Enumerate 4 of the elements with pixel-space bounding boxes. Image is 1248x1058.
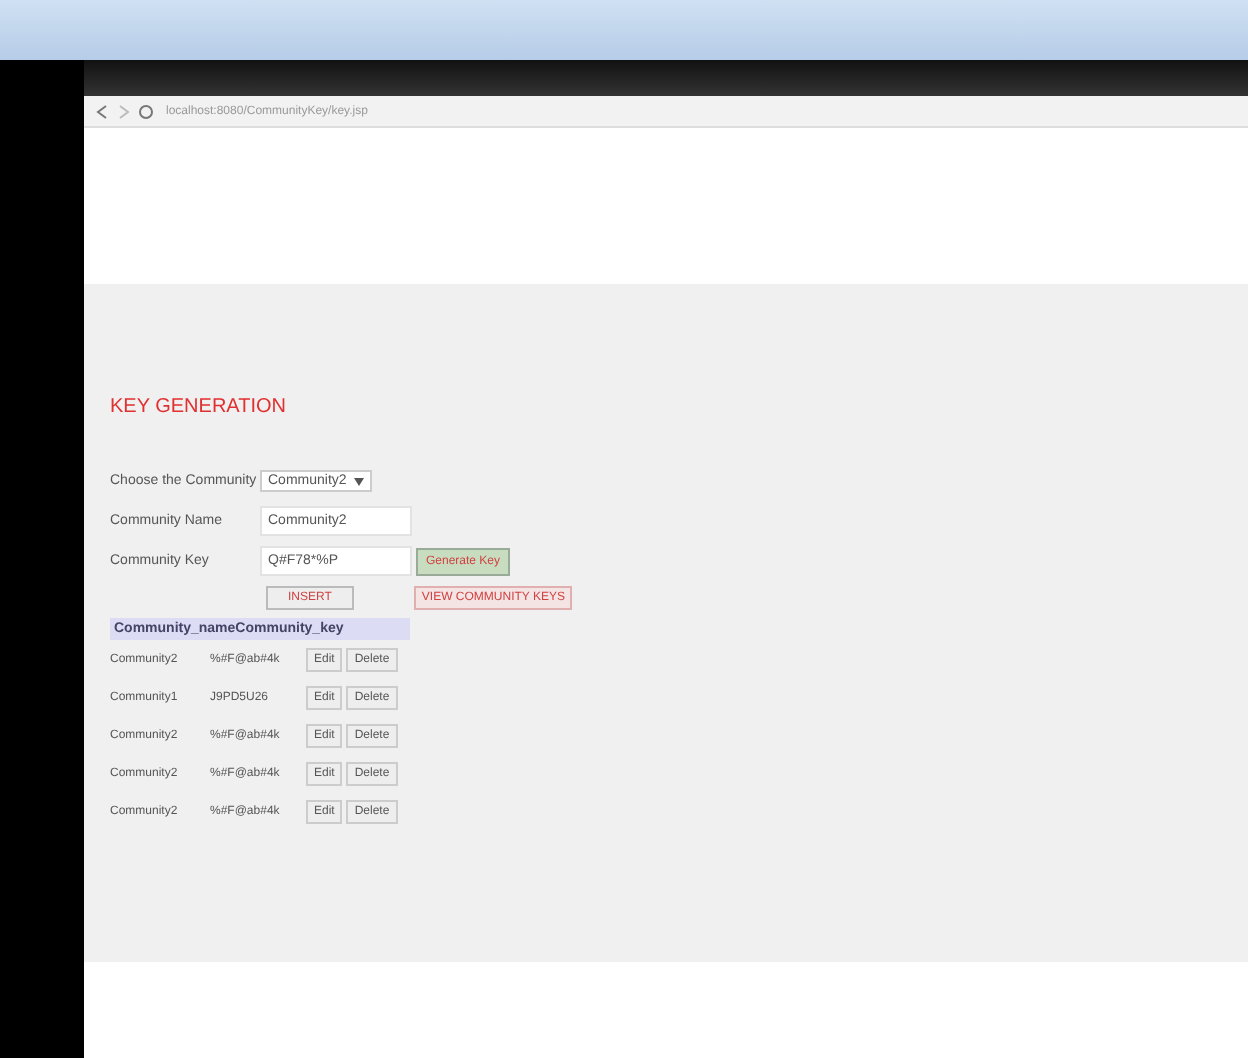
reload-icon[interactable] — [138, 103, 154, 119]
page-heading: KEY GENERATION — [110, 396, 288, 418]
back-icon[interactable] — [94, 103, 110, 119]
dropdown-arrow-icon — [354, 477, 365, 485]
